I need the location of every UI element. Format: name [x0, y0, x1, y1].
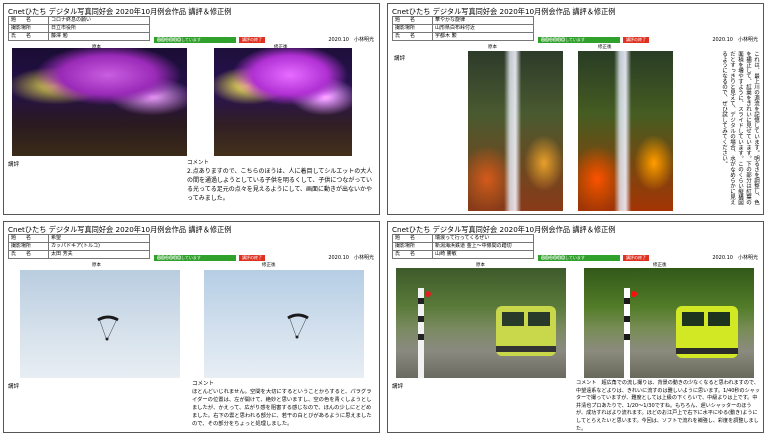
original-photo: [396, 268, 566, 378]
meta-author: 宇都木 勲: [432, 32, 534, 41]
byline: 2020.10 小林明光: [712, 37, 758, 43]
meta-key: 氏 名: [8, 250, 49, 259]
reuse-label-2: 〇〇〇〇〇〇: [157, 37, 181, 42]
byline: 2020.10 小林明光: [328, 255, 374, 261]
revised-photo: [584, 268, 754, 378]
meta-table: 題 名瑞浪って行ってくるぜい 撮影場所 新潟海浜鉄道 金上～中條間の踏切 氏 名山…: [392, 234, 534, 259]
revised-label: 修正後: [262, 263, 276, 268]
comment-title: コメント: [192, 381, 215, 387]
meta-key: 題 名: [392, 16, 433, 25]
meta-key: 撮影場所: [8, 242, 49, 251]
end-review-label: 講評の終了: [626, 255, 646, 260]
original-photo: [12, 48, 187, 156]
end-review-button[interactable]: 講評の終了: [239, 37, 265, 43]
meta-key: 氏 名: [392, 32, 433, 41]
meta-key: 題 名: [8, 16, 49, 25]
meta-key: 題 名: [8, 234, 49, 243]
comment-text: ほとんどいじれません。空間を大切にするということからすると、パラグライダーの位置…: [192, 389, 372, 427]
comment-text: これは、最上川の源流を記憶しています。明るさを調整し、色を補正して、紅葉をきれい…: [721, 51, 759, 205]
meta-table: 題 名華やかな旋律 撮影場所 山形県白布峠付近 氏 名宇都木 勲: [392, 16, 534, 41]
original-label: 原本: [92, 263, 101, 268]
end-review-button[interactable]: 講評の終了: [623, 255, 649, 261]
original-label: 原本: [488, 45, 497, 50]
meta-location: 新潟海浜鉄道 金上～中條間の踏切: [432, 242, 534, 251]
meta-title: 希望: [48, 234, 150, 243]
byline: 2020.10 小林明光: [328, 37, 374, 43]
reuse-button[interactable]: 画面を再利用しています 〇〇〇〇〇〇: [154, 255, 236, 261]
comment-title: コメント: [187, 160, 210, 166]
byline: 2020.10 小林明光: [712, 255, 758, 261]
revised-photo: [204, 270, 364, 378]
train-icon: [624, 288, 738, 378]
original-photo: [20, 270, 180, 378]
reuse-button[interactable]: 画面を再利用しています 〇〇〇〇〇〇: [538, 255, 620, 261]
review-sheet-1: Cnetひたち デジタル写真同好会 2020年10月例会作品 講評＆修正例 題 …: [3, 3, 380, 215]
end-review-label: 講評の終了: [626, 37, 646, 42]
review-label: 講評: [8, 162, 20, 168]
meta-title: 瑞浪って行ってくるぜい: [432, 234, 534, 243]
meta-location: 山形県白布峠付近: [432, 24, 534, 33]
reuse-label-2: 〇〇〇〇〇〇: [157, 255, 181, 260]
reuse-button[interactable]: 画面を再利用しています 〇〇〇〇〇〇: [538, 37, 620, 43]
review-sheet-2: Cnetひたち デジタル写真同好会 2020年10月例会作品 講評＆修正例 題 …: [387, 3, 764, 215]
meta-key: 氏 名: [392, 250, 433, 259]
review-label: 講評: [392, 384, 404, 390]
paraglider-icon: [97, 315, 119, 341]
review-label: 講評: [394, 56, 406, 62]
reuse-label-2: 〇〇〇〇〇〇: [541, 255, 565, 260]
review-label: 講評: [8, 384, 20, 390]
review-sheet-3: Cnetひたち デジタル写真同好会 2020年10月例会作品 講評＆修正例 題 …: [3, 221, 380, 433]
review-sheet-4: Cnetひたち デジタル写真同好会 2020年10月例会作品 講評＆修正例 題 …: [387, 221, 764, 433]
comment-text: 2.点ありますので、こちらのほうは、人に着目してシルエットの大人の間を通過しよう…: [187, 168, 373, 202]
end-review-label: 講評の終了: [242, 255, 262, 260]
comment-text: コメント 超広角での流し撮りは、背景の動きの少なくなると思われますので、中望遠系…: [576, 380, 760, 432]
meta-author: 山崎 勝敏: [432, 250, 534, 259]
end-review-label: 講評の終了: [242, 37, 262, 42]
end-review-button[interactable]: 講評の終了: [623, 37, 649, 43]
revised-photo: [214, 48, 352, 156]
meta-author: 太田 芳夫: [48, 250, 150, 259]
original-photo: [468, 51, 563, 211]
meta-key: 題 名: [392, 234, 433, 243]
end-review-button[interactable]: 講評の終了: [239, 255, 265, 261]
meta-key: 撮影場所: [392, 242, 433, 251]
meta-title: コロナ終息の願い: [48, 16, 150, 25]
meta-title: 華やかな旋律: [432, 16, 534, 25]
meta-table: 題 名コロナ終息の願い 撮影場所 日立市役所 氏 名藤澤 勉: [8, 16, 150, 41]
meta-table: 題 名希望 撮影場所 カッパドキア(トルコ) 氏 名太田 芳夫: [8, 234, 150, 259]
reuse-label-2: 〇〇〇〇〇〇: [541, 37, 565, 42]
meta-author: 藤澤 勉: [48, 32, 150, 41]
revised-photo: [578, 51, 673, 211]
paraglider-icon: [287, 313, 309, 339]
meta-location: カッパドキア(トルコ): [48, 242, 150, 251]
meta-key: 撮影場所: [392, 24, 433, 33]
reuse-button[interactable]: 画面を再利用しています 〇〇〇〇〇〇: [154, 37, 236, 43]
meta-key: 撮影場所: [8, 24, 49, 33]
train-icon: [418, 288, 556, 378]
revised-label: 修正後: [598, 45, 612, 50]
meta-location: 日立市役所: [48, 24, 150, 33]
meta-key: 氏 名: [8, 32, 49, 41]
